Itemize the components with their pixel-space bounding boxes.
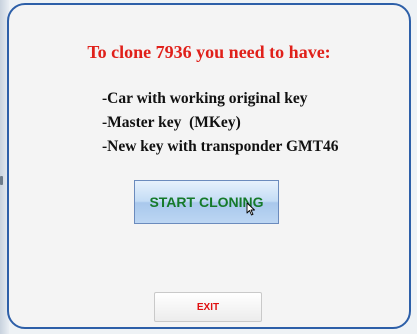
mouse-pointer-icon <box>246 202 255 216</box>
start-cloning-button[interactable]: START CLONING <box>134 180 279 224</box>
exit-button[interactable]: EXIT <box>154 292 262 322</box>
requirement-item: -Master key (MKey) <box>102 114 241 131</box>
requirement-item: -New key with transponder GMT46 <box>102 138 339 155</box>
requirement-item: -Car with working original key <box>102 90 308 107</box>
dialog-title: To clone 7936 you need to have: <box>87 42 331 62</box>
clone-dialog: To clone 7936 you need to have: -Car wit… <box>7 3 411 329</box>
background-window-marker <box>0 176 3 185</box>
